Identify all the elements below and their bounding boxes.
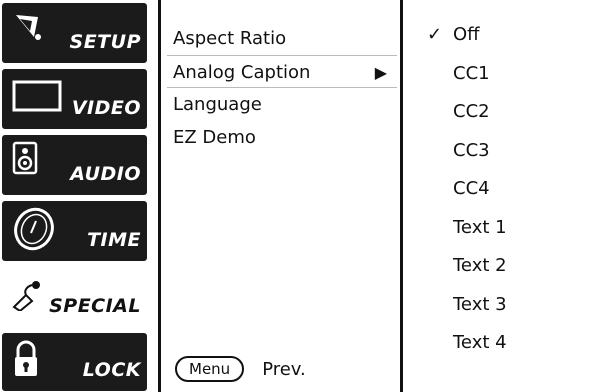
tab-audio-label: AUDIO bbox=[70, 163, 141, 185]
caption-options-list: ✓ Off CC1 CC2 CC3 CC4 Text 1 Text 2 Text… bbox=[423, 16, 507, 363]
option-cc1[interactable]: CC1 bbox=[423, 55, 507, 94]
clock-icon bbox=[12, 207, 58, 255]
submenu-arrow-icon: ▶ bbox=[374, 63, 387, 82]
menu-item-label: Aspect Ratio bbox=[173, 28, 287, 49]
menu-button[interactable]: Menu bbox=[175, 356, 245, 382]
special-menu-panel: Aspect Ratio Analog Caption ▶ Language E… bbox=[158, 0, 403, 392]
speaker-icon bbox=[12, 141, 40, 179]
option-label: CC3 bbox=[453, 139, 490, 161]
option-label: CC2 bbox=[453, 101, 490, 122]
osd-tab-strip: SETUP VIDEO AUDIO TIME SPECIAL LOCK bbox=[0, 0, 149, 392]
tab-audio[interactable]: AUDIO bbox=[2, 135, 147, 195]
menu-item-language[interactable]: Language bbox=[173, 88, 399, 121]
menu-item-label: Language bbox=[173, 94, 262, 115]
menu-item-label: EZ Demo bbox=[173, 127, 256, 148]
option-cc2[interactable]: CC2 bbox=[423, 93, 507, 132]
option-cc4[interactable]: CC4 bbox=[423, 170, 507, 209]
tab-setup-label: SETUP bbox=[69, 31, 141, 53]
tab-time[interactable]: TIME bbox=[2, 201, 147, 261]
option-label: CC1 bbox=[453, 62, 490, 84]
menu-item-ez-demo[interactable]: EZ Demo bbox=[173, 121, 399, 154]
option-label: Text 2 bbox=[453, 255, 507, 276]
caption-options-panel: ✓ Off CC1 CC2 CC3 CC4 Text 1 Text 2 Text… bbox=[403, 0, 611, 392]
option-text-4[interactable]: Text 4 bbox=[423, 324, 507, 363]
tab-video-label: VIDEO bbox=[71, 97, 141, 119]
tab-lock-label: LOCK bbox=[82, 359, 141, 381]
magic-wand-icon bbox=[10, 277, 44, 315]
screen-icon bbox=[12, 79, 62, 117]
option-cc3[interactable]: CC3 bbox=[423, 132, 507, 171]
option-label: Text 1 bbox=[453, 216, 507, 238]
option-label: Text 3 bbox=[453, 293, 507, 315]
option-label: Off bbox=[453, 24, 480, 45]
tab-special-label: SPECIAL bbox=[49, 295, 141, 317]
prev-label: Prev. bbox=[262, 358, 306, 380]
menu-footer: Menu Prev. bbox=[175, 355, 306, 383]
option-label: Text 4 bbox=[453, 332, 507, 353]
tab-setup[interactable]: SETUP bbox=[2, 3, 147, 63]
menu-item-label: Analog Caption bbox=[173, 62, 311, 83]
tab-time-label: TIME bbox=[87, 229, 141, 251]
option-label: CC4 bbox=[453, 178, 490, 199]
option-text-2[interactable]: Text 2 bbox=[423, 247, 507, 286]
checkmark-icon: ✓ bbox=[427, 24, 443, 45]
option-off[interactable]: ✓ Off bbox=[423, 16, 507, 55]
tab-special[interactable]: SPECIAL bbox=[2, 267, 147, 327]
option-text-1[interactable]: Text 1 bbox=[423, 209, 507, 248]
menu-item-analog-caption[interactable]: Analog Caption ▶ bbox=[167, 55, 397, 88]
option-text-3[interactable]: Text 3 bbox=[423, 286, 507, 325]
satellite-dish-icon bbox=[12, 9, 46, 47]
special-menu-list: Aspect Ratio Analog Caption ▶ Language E… bbox=[167, 22, 399, 154]
menu-item-aspect-ratio[interactable]: Aspect Ratio bbox=[173, 22, 399, 55]
tab-video[interactable]: VIDEO bbox=[2, 69, 147, 129]
tab-lock[interactable]: LOCK bbox=[2, 333, 147, 391]
padlock-icon bbox=[12, 339, 40, 383]
